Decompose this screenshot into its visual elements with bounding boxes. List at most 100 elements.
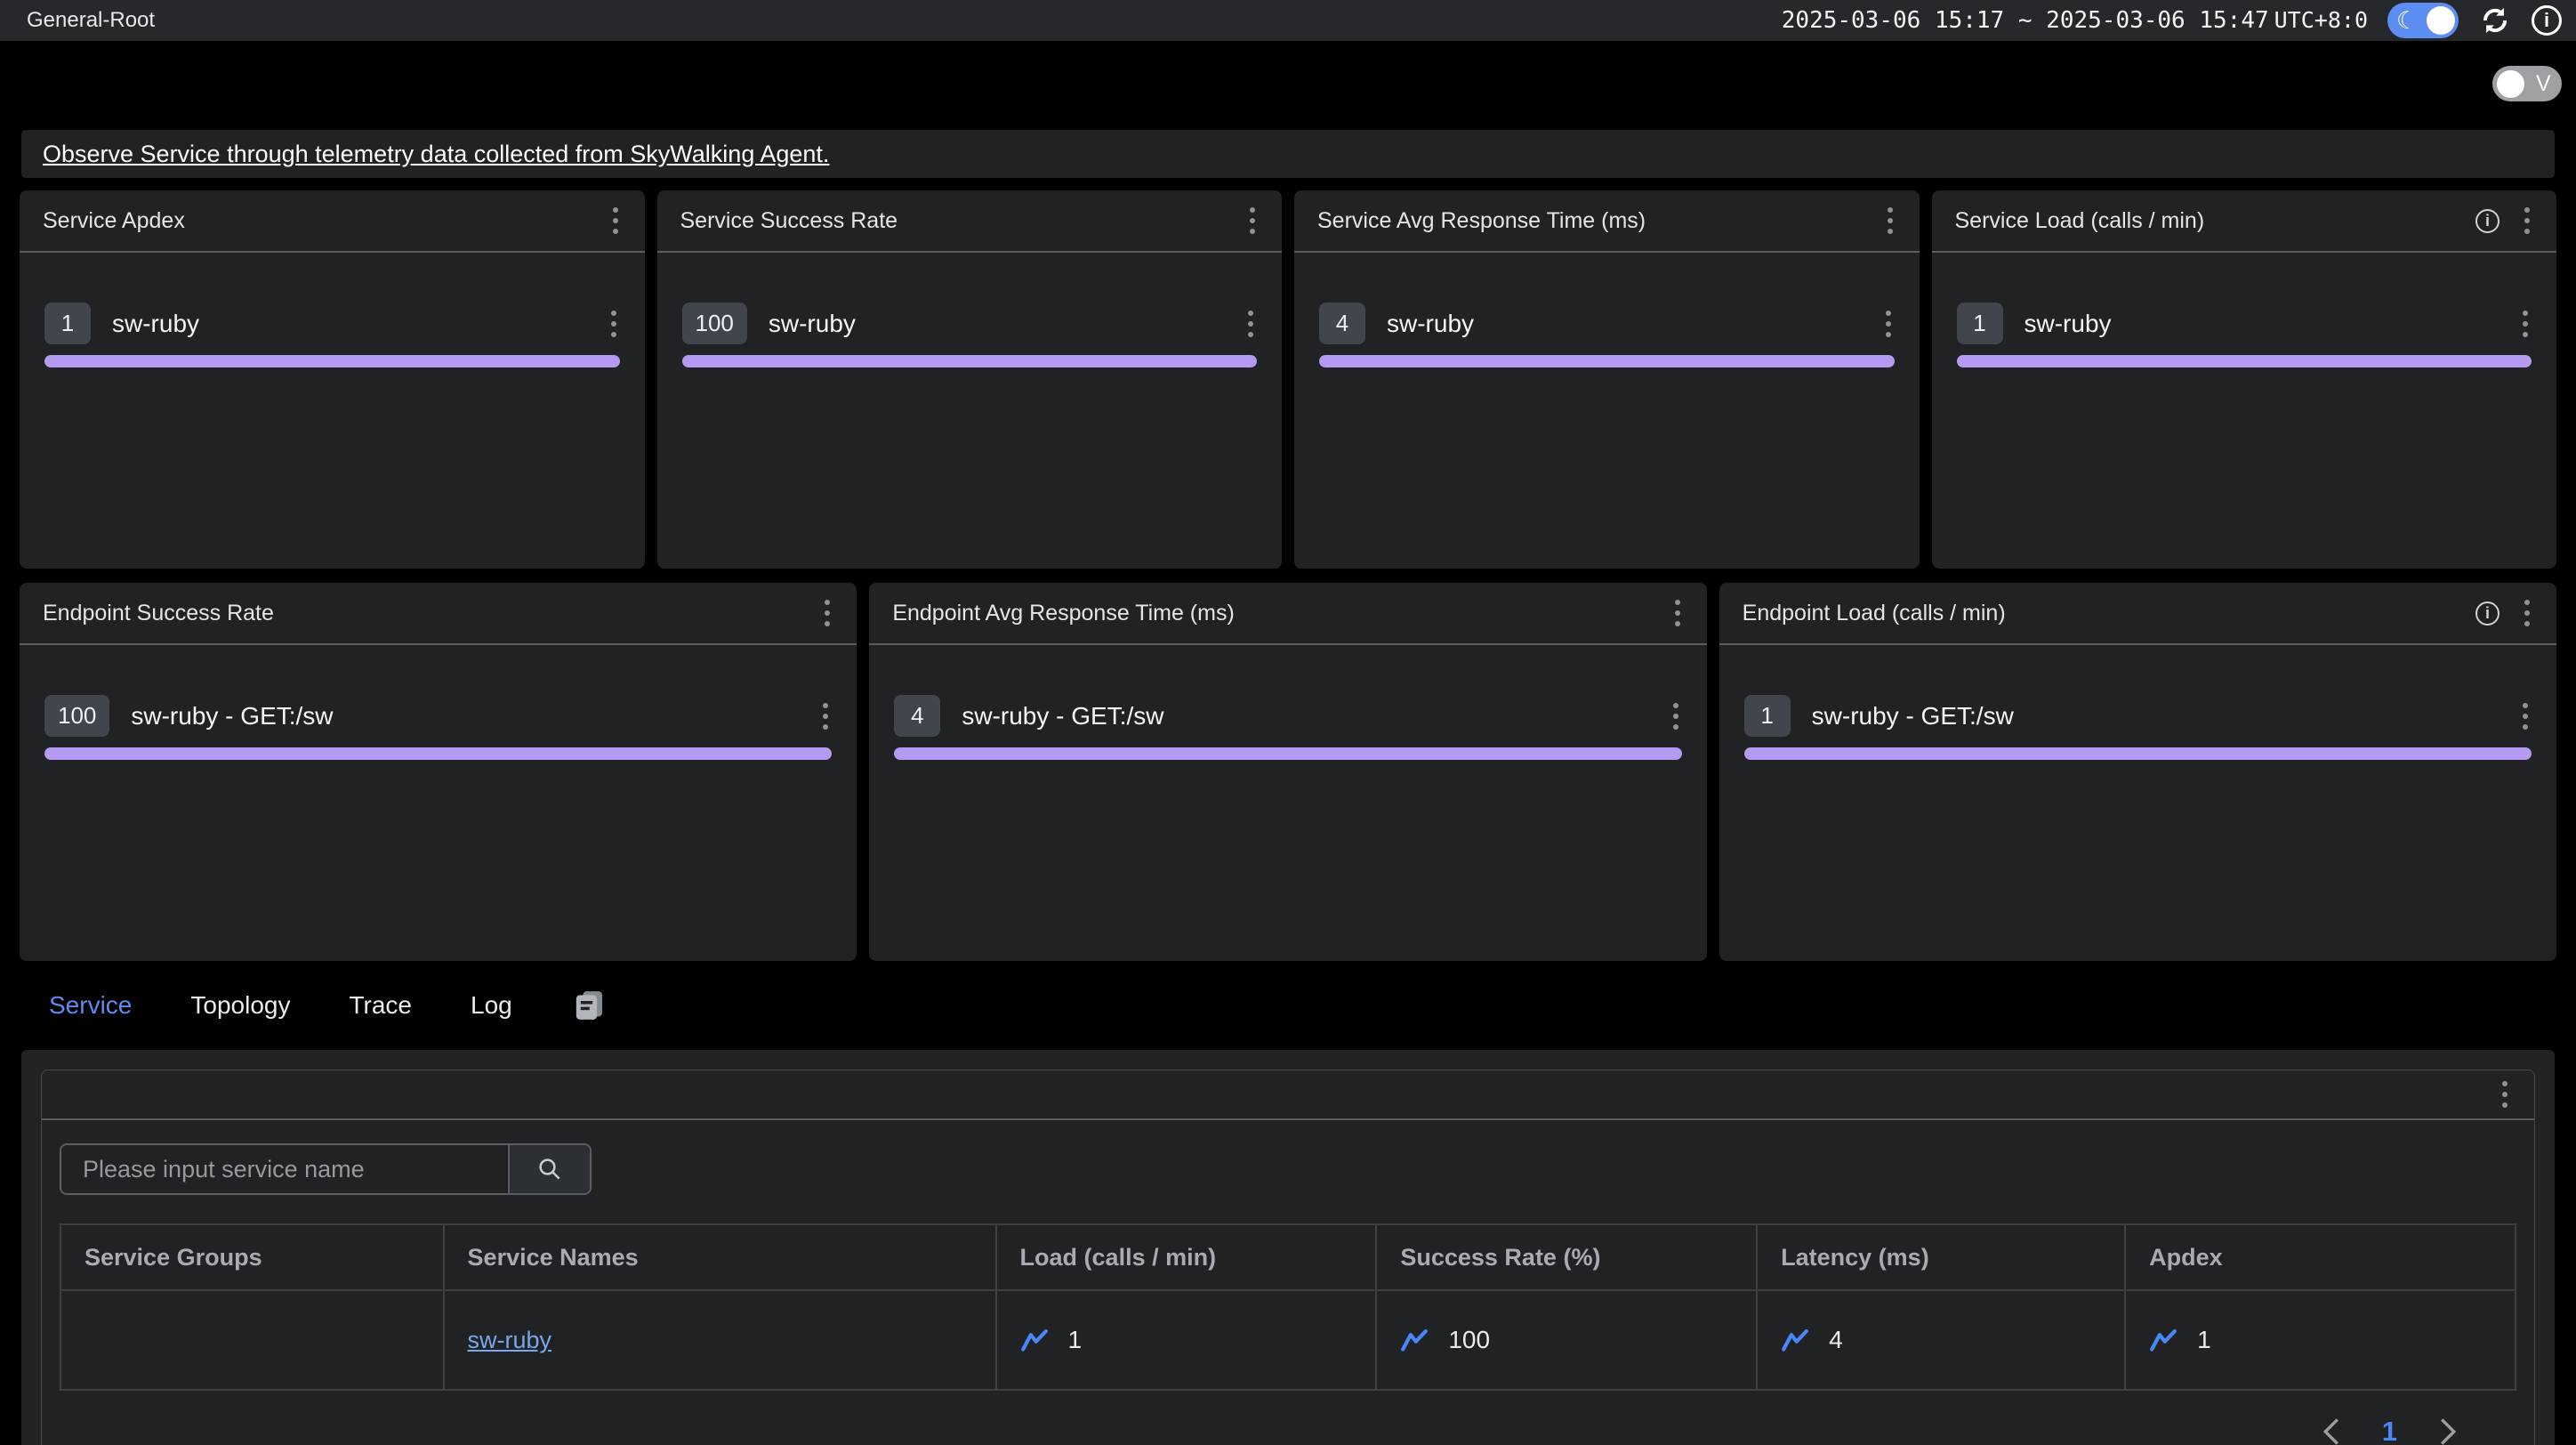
metric-bar (1319, 355, 1895, 367)
card-title: Service Avg Response Time (ms) (1317, 208, 1646, 234)
metric-bar (44, 355, 620, 367)
cell-success-rate: 100 (1376, 1290, 1757, 1390)
metric-card: Service Apdex 1sw-ruby (20, 190, 645, 569)
page-number[interactable]: 1 (2382, 1416, 2397, 1445)
metric-kebab-menu-icon[interactable] (2519, 307, 2532, 341)
metric-cell: 1 (1020, 1326, 1353, 1354)
description-banner: Observe Service through telemetry data c… (21, 130, 2555, 178)
banner-text: Observe Service through telemetry data c… (43, 141, 829, 168)
dashboard-toolbar: V (0, 41, 2576, 126)
metric-label: sw-ruby - GET:/sw (962, 702, 1163, 731)
cell-latency: 4 (1757, 1290, 2125, 1390)
metric-value-badge: 1 (44, 303, 91, 344)
column-header: Success Rate (%) (1376, 1224, 1757, 1290)
column-header: Service Names (444, 1224, 996, 1290)
metric-kebab-menu-icon[interactable] (819, 699, 832, 733)
service-link[interactable]: sw-ruby (468, 1327, 552, 1353)
metric-label: sw-ruby (1387, 310, 1474, 338)
card-title: Endpoint Load (calls / min) (1743, 601, 2006, 626)
metric-label: sw-ruby - GET:/sw (1812, 702, 2014, 731)
metric-kebab-menu-icon[interactable] (1244, 307, 1257, 341)
metric-card: Service Load (calls / min)i1sw-ruby (1932, 190, 2557, 569)
metric-row: 1 sw-ruby - GET:/sw (1744, 695, 2532, 737)
metric-value: 4 (1829, 1326, 1843, 1354)
view-mode-label: V (2536, 71, 2551, 97)
chevron-left-icon[interactable] (2320, 1417, 2343, 1445)
metric-card: Endpoint Success Rate100sw-ruby - GET:/s… (20, 583, 857, 961)
card-icons (609, 204, 622, 238)
refresh-icon[interactable] (2478, 4, 2512, 37)
tab-log[interactable]: Log (471, 991, 512, 1020)
card-kebab-menu-icon[interactable] (1884, 204, 1896, 238)
metric-bar (1744, 747, 2532, 760)
cell-service-group (60, 1290, 444, 1390)
metric-kebab-menu-icon[interactable] (1882, 307, 1895, 341)
metric-kebab-menu-icon[interactable] (2519, 699, 2532, 733)
service-list-panel: Service GroupsService NamesLoad (calls /… (21, 1050, 2555, 1445)
info-icon[interactable]: i (2475, 601, 2500, 626)
tab-service[interactable]: Service (49, 991, 132, 1020)
metric-cell: 100 (1400, 1326, 1733, 1354)
card-icons (1884, 204, 1896, 238)
tabs-bar: Service Topology Trace Log (0, 961, 2576, 1050)
line-chart-icon (2149, 1328, 2178, 1352)
card-icons (821, 596, 833, 630)
line-chart-icon (1020, 1328, 1049, 1352)
metric-value: 1 (2197, 1326, 2211, 1354)
metric-value-badge: 4 (1319, 303, 1365, 344)
card-title: Endpoint Avg Response Time (ms) (892, 601, 1234, 626)
metric-label: sw-ruby (769, 310, 856, 338)
card-icons: i (2475, 596, 2533, 630)
view-edit-toggle[interactable]: V (2492, 66, 2562, 101)
moon-icon: ☾ (2396, 9, 2418, 33)
widget-body: Service GroupsService NamesLoad (calls /… (42, 1120, 2534, 1445)
column-header: Load (calls / min) (996, 1224, 1377, 1290)
metric-kebab-menu-icon[interactable] (608, 307, 620, 341)
time-range[interactable]: 2025-03-06 15:17 ~ 2025-03-06 15:47UTC+8… (1782, 7, 2368, 34)
tab-trace[interactable]: Trace (349, 991, 412, 1020)
metric-row: 100sw-ruby - GET:/sw (44, 695, 832, 737)
kebab-menu-icon[interactable] (2499, 1078, 2511, 1111)
top-bar: General-Root 2025-03-06 15:17 ~ 2025-03-… (0, 0, 2576, 41)
info-icon[interactable]: i (2475, 209, 2500, 233)
metric-kebab-menu-icon[interactable] (1670, 699, 1682, 733)
card-kebab-menu-icon[interactable] (1671, 596, 1684, 630)
document-icon[interactable] (571, 988, 607, 1023)
metric-bar (1957, 355, 2532, 367)
table-header-row: Service GroupsService NamesLoad (calls /… (60, 1224, 2516, 1290)
metric-bar (44, 747, 832, 760)
metric-row: 4 sw-ruby (1319, 303, 1895, 344)
card-kebab-menu-icon[interactable] (2521, 204, 2533, 238)
card-kebab-menu-icon[interactable] (2521, 596, 2533, 630)
metric-value-badge: 1 (1744, 695, 1791, 737)
metric-row: 1sw-ruby (44, 303, 620, 344)
info-icon[interactable]: i (2532, 5, 2562, 36)
service-search-input[interactable] (61, 1145, 508, 1193)
toggle-knob (2497, 70, 2524, 98)
metric-label: sw-ruby - GET:/sw (131, 702, 333, 731)
metric-value-badge: 1 (1957, 303, 2003, 344)
cell-load: 1 (996, 1290, 1377, 1390)
dashboard-page: General-Root 2025-03-06 15:17 ~ 2025-03-… (0, 0, 2576, 1445)
card-body: 1sw-ruby (20, 253, 645, 367)
card-header: Endpoint Load (calls / min) i (1719, 583, 2556, 645)
metric-card: Service Avg Response Time (ms) 4 sw-ruby (1294, 190, 1920, 569)
card-kebab-menu-icon[interactable] (821, 596, 833, 630)
card-header: Service Success Rate (657, 190, 1283, 253)
metric-value: 100 (1448, 1326, 1490, 1354)
search-button[interactable] (508, 1145, 590, 1193)
card-body: 1sw-ruby (1932, 253, 2557, 367)
chevron-right-icon[interactable] (2436, 1417, 2459, 1445)
metric-value: 1 (1068, 1326, 1083, 1354)
card-icons: i (2475, 204, 2533, 238)
tab-topology[interactable]: Topology (190, 991, 290, 1020)
dark-mode-toggle[interactable]: ☾ (2387, 3, 2459, 38)
metric-cell: 4 (1781, 1326, 2101, 1354)
card-kebab-menu-icon[interactable] (609, 204, 622, 238)
card-kebab-menu-icon[interactable] (1246, 204, 1259, 238)
service-cards-row: Service Apdex1sw-rubyService Success Rat… (20, 190, 2556, 569)
line-chart-icon (1400, 1328, 1429, 1352)
endpoint-cards-row: Endpoint Success Rate100sw-ruby - GET:/s… (20, 583, 2556, 961)
toggle-knob (2427, 6, 2455, 35)
card-title: Service Apdex (43, 208, 185, 234)
